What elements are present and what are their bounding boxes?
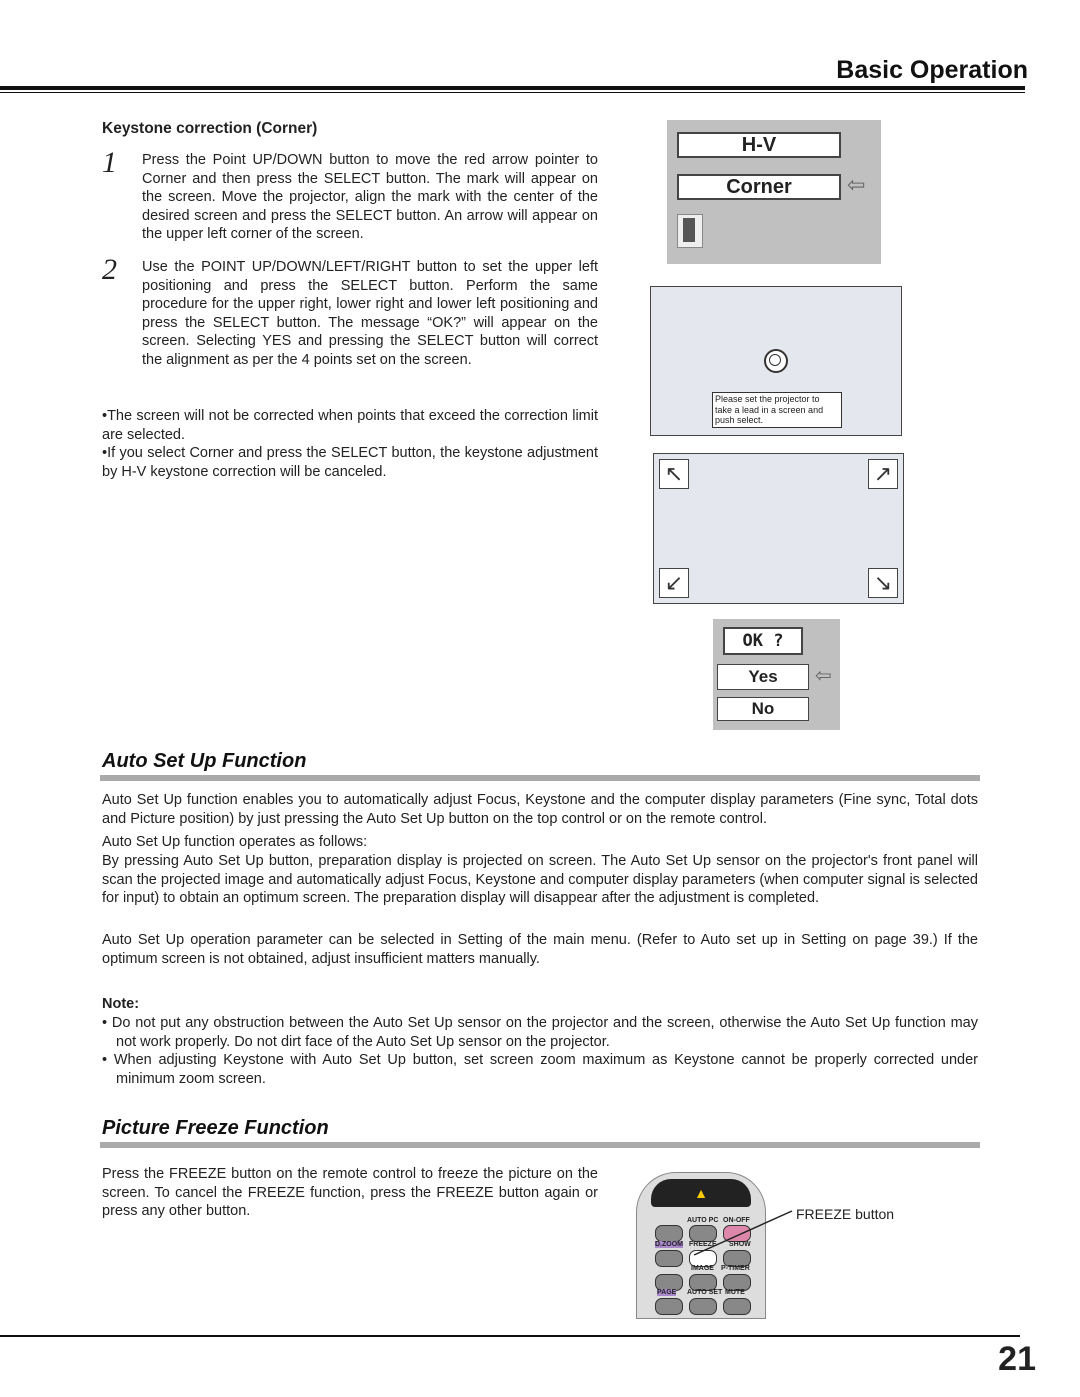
remote-button: [723, 1298, 751, 1315]
confirm-dialog: OK ? Yes ⇦ No: [713, 619, 840, 730]
remote-top: ▲: [651, 1179, 751, 1207]
section-title: Picture Freeze Function: [102, 1117, 329, 1139]
section-bar: [100, 1142, 980, 1148]
step-text: Press the Point UP/DOWN button to move t…: [142, 152, 598, 242]
remote-button: [655, 1225, 683, 1242]
paragraph: Auto Set Up function enables you to auto…: [102, 792, 978, 827]
keystone-menu: H-V Corner ⇦: [667, 120, 881, 264]
corner-screen: ↖ ↗ ↙ ↘: [653, 453, 904, 604]
remote-label: IMAGE: [691, 1265, 714, 1272]
arrow-up-left-icon: ↖: [659, 459, 689, 489]
remote-label: P-TIMER: [721, 1265, 750, 1272]
remote-button: [655, 1298, 683, 1315]
paragraph: By pressing Auto Set Up button, preparat…: [102, 853, 978, 906]
header-rule: [0, 86, 1025, 90]
alignment-screen: Please set the projector to take a lead …: [650, 286, 902, 436]
pointer-arrow-icon: ⇦: [847, 172, 866, 197]
arrow-up-right-icon: ↗: [868, 459, 898, 489]
section-bar: [100, 775, 980, 781]
paragraph: Auto Set Up function operates as follows…: [102, 834, 368, 850]
screen-message: Please set the projector to take a lead …: [712, 392, 842, 428]
note-item: • When adjusting Keystone with Auto Set …: [102, 1052, 978, 1087]
target-mark-icon: [764, 349, 788, 373]
step-number: 1: [102, 146, 117, 179]
section-title: Auto Set Up Function: [102, 750, 307, 772]
warning-icon: ▲: [694, 1185, 708, 1201]
no-option: No: [717, 697, 809, 721]
menu-item-corner: Corner: [677, 174, 841, 200]
remote-label: AUTO SET: [687, 1289, 723, 1296]
remote-button: [689, 1298, 717, 1315]
remote-label: MUTE: [725, 1289, 745, 1296]
paragraph: Press the FREEZE button on the remote co…: [102, 1166, 598, 1219]
yes-option: Yes: [717, 664, 809, 690]
pointer-arrow-icon: ⇦: [815, 665, 832, 687]
ok-prompt: OK ?: [723, 627, 803, 655]
remote-label: PAGE: [657, 1289, 677, 1296]
header-title: Basic Operation: [836, 56, 1028, 84]
freeze-callout: FREEZE button: [796, 1206, 895, 1222]
bullet-note: •If you select Corner and press the SELE…: [102, 445, 598, 480]
header-rule-thin: [0, 92, 1025, 93]
exit-door-icon: [677, 214, 703, 248]
step-number: 2: [102, 253, 117, 286]
callout-line: [693, 1210, 793, 1256]
keystone-heading: Keystone correction (Corner): [102, 120, 318, 137]
arrow-down-right-icon: ↘: [868, 568, 898, 598]
step-text: Use the POINT UP/DOWN/LEFT/RIGHT button …: [142, 259, 598, 368]
bullet-note: •The screen will not be corrected when p…: [102, 408, 598, 443]
manual-page: Basic Operation Keystone correction (Cor…: [0, 0, 1080, 1397]
footer-rule: [0, 1335, 1020, 1337]
note-label: Note:: [102, 996, 140, 1012]
arrow-down-left-icon: ↙: [659, 568, 689, 598]
remote-button: [655, 1250, 683, 1267]
remote-label: D.ZOOM: [655, 1241, 683, 1248]
page-number: 21: [998, 1340, 1036, 1378]
menu-item-hv: H-V: [677, 132, 841, 158]
note-item: • Do not put any obstruction between the…: [102, 1015, 978, 1050]
paragraph: Auto Set Up operation parameter can be s…: [102, 932, 978, 967]
